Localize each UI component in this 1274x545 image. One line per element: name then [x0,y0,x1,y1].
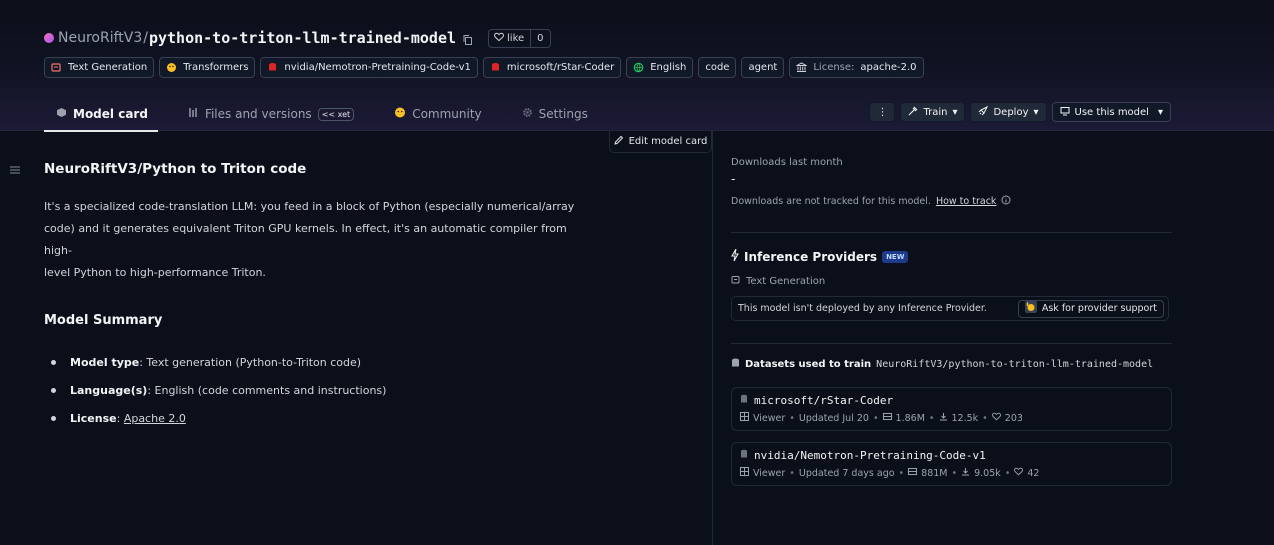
xet-badge: << xet [317,107,355,121]
viewer-icon [740,467,749,479]
list-item: Model type: Text generation (Python-to-T… [44,348,584,376]
downloads-label: Downloads last month [731,157,843,168]
dataset-icon [267,62,278,73]
more-options-button[interactable]: ⋮ [869,102,896,122]
deploy-button[interactable]: Deploy ▾ [970,102,1047,122]
dataset-card-nemotron[interactable]: nvidia/Nemotron-Pretraining-Code-v1 View… [731,442,1172,486]
downloads-note: Downloads are not tracked for this model… [731,195,1011,208]
lightning-icon [731,248,739,264]
table-of-contents-icon[interactable] [10,164,20,178]
rocket-icon [978,105,989,119]
ask-provider-support-button[interactable]: Ask for provider support [1017,299,1164,318]
chevron-down-icon: ▾ [1157,106,1163,118]
dataset-card-rstar[interactable]: microsoft/rStar-Coder Viewer • Updated Ju… [731,387,1172,431]
edit-model-card-button[interactable]: Edit model card [609,131,712,153]
tag-transformers[interactable]: Transformers [159,57,256,78]
avatar[interactable] [44,33,54,43]
repo-owner-link[interactable]: NeuroRiftV3 [58,30,142,46]
xet-icon: << [321,109,336,119]
heart-icon [991,412,1001,424]
how-to-track-link[interactable]: How to track [936,196,996,207]
download-icon [939,412,948,424]
path-separator: / [143,30,148,46]
like-count: 0 [537,32,544,44]
text-generation-icon [51,62,62,73]
chevron-down-icon: ▾ [952,106,958,118]
repo-actions: ⋮ Train ▾ Deploy ▾ Use this model ▾ [869,102,1171,122]
tag-english[interactable]: English [626,57,694,78]
transformers-icon [166,62,177,73]
tag-dataset-rstar[interactable]: microsoft/rStar-Coder [482,57,622,78]
pencil-icon [613,135,624,148]
heart-icon [494,32,504,45]
divider [731,343,1172,344]
rows-icon [882,412,892,424]
tag-text-generation[interactable]: Text Generation [44,57,155,78]
tab-settings[interactable]: Settings [512,97,598,131]
dataset-name: microsoft/rStar-Coder [754,394,894,407]
tab-model-card[interactable]: Model card [44,97,158,132]
model-summary-list: Model type: Text generation (Python-to-T… [44,348,584,432]
list-item: Language(s): English (code comments and … [44,376,584,404]
like-label: like [507,32,525,44]
files-icon [188,107,199,121]
dataset-name: nvidia/Nemotron-Pretraining-Code-v1 [754,449,986,462]
column-divider [712,131,713,545]
tab-community[interactable]: Community [384,97,491,131]
info-icon[interactable] [1001,195,1011,208]
model-description: It's a specialized code-translation LLM:… [44,200,575,279]
viewer-icon [740,412,749,424]
monitor-icon [1060,106,1070,119]
rows-icon [908,467,918,479]
text-generation-icon [731,275,741,288]
new-badge: NEW [882,250,909,263]
download-icon [961,467,970,479]
chevron-down-icon: ▾ [1033,106,1039,118]
copy-icon[interactable] [462,32,474,45]
repo-header: NeuroRiftV3 / python-to-triton-llm-train… [0,0,1274,132]
repo-title-row: NeuroRiftV3 / python-to-triton-llm-train… [44,28,551,48]
divider [731,232,1172,233]
dataset-icon [740,394,748,407]
dataset-icon [731,358,740,371]
model-card-title: NeuroRiftV3/Python to Triton code [44,161,307,177]
inference-provider-box: This model isn't deployed by any Inferen… [731,296,1169,321]
tag-code[interactable]: code [698,57,737,78]
tag-dataset-nemotron[interactable]: nvidia/Nemotron-Pretraining-Code-v1 [260,57,478,78]
dataset-icon [740,449,748,462]
license-icon [795,62,809,73]
cube-icon [56,107,67,121]
dataset-icon [490,62,501,73]
datasets-heading: Datasets used to train NeuroRiftV3/pytho… [731,358,1153,371]
repo-name[interactable]: python-to-triton-llm-trained-model [149,29,456,47]
model-summary-heading: Model Summary [44,313,163,328]
downloads-value: - [731,172,736,186]
inference-providers-heading: Inference Providers NEW [731,248,909,264]
train-button[interactable]: Train ▾ [900,102,966,122]
model-card-content: NeuroRiftV3/Python to Triton code It's a… [44,158,584,432]
raising-hand-icon [1024,301,1037,316]
tab-files-and-versions[interactable]: Files and versions << xet [178,97,364,131]
heart-icon [1014,467,1024,479]
list-item: License: Apache 2.0 [44,404,584,432]
use-this-model-button[interactable]: Use this model ▾ [1051,102,1171,122]
license-link[interactable]: Apache 2.0 [124,412,186,425]
globe-icon [633,62,644,73]
inference-task: Text Generation [731,275,825,288]
tag-license[interactable]: License: apache-2.0 [789,57,924,78]
community-icon [394,107,406,121]
gear-icon [522,107,533,121]
tags-row: Text Generation Transformers nvidia/Nemo… [44,57,924,78]
tag-agent[interactable]: agent [741,57,785,78]
repo-tabs: Model card Files and versions << xet Com… [44,97,598,132]
like-button[interactable]: like 0 [488,28,551,48]
more-vertical-icon: ⋮ [877,106,888,118]
train-icon [908,106,918,119]
